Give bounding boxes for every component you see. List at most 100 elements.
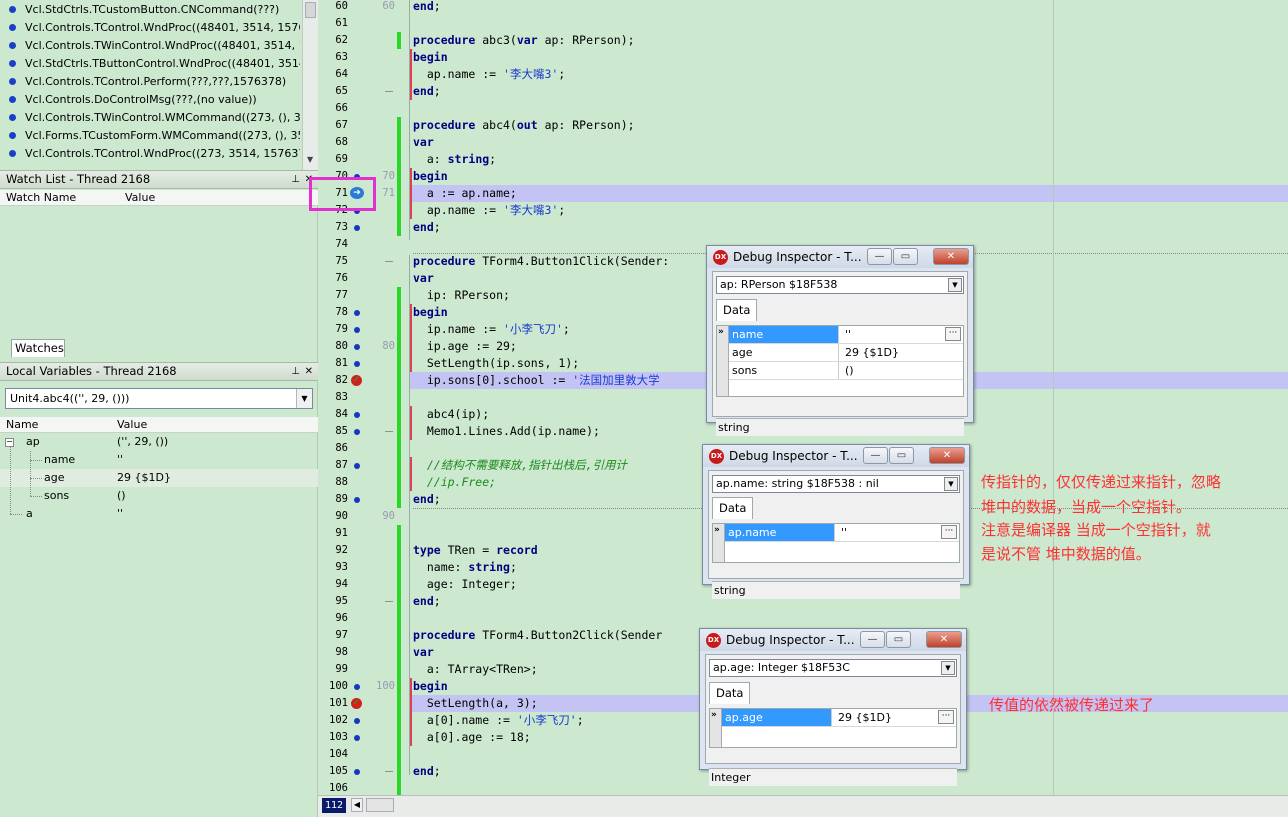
local-var-row[interactable]: name '': [0, 451, 318, 469]
code-line[interactable]: var: [413, 134, 434, 151]
inspector-expression-select[interactable]: ap.name: string $18F538 : nil ▼: [712, 475, 960, 493]
value-header[interactable]: Value: [117, 417, 147, 432]
breakpoint-dot-icon[interactable]: [354, 497, 360, 503]
inspector-row[interactable]: age 29 {$1D}: [729, 344, 963, 362]
local-var-row[interactable]: ap ('', 29, ()): [0, 433, 318, 451]
inspector-row[interactable]: ap.age 29 {$1D} ···: [722, 709, 956, 727]
code-line[interactable]: var: [413, 644, 434, 661]
code-line[interactable]: //ip.Free;: [413, 474, 496, 491]
breakpoint-dot-icon[interactable]: [354, 344, 360, 350]
maximize-button[interactable]: ▭: [886, 631, 911, 648]
call-stack-row[interactable]: Vcl.StdCtrls.TButtonControl.WndProc((484…: [0, 55, 300, 73]
minimize-button[interactable]: —: [863, 447, 888, 464]
local-var-row[interactable]: age 29 {$1D}: [0, 469, 318, 487]
ellipsis-button[interactable]: ···: [941, 525, 957, 539]
code-line[interactable]: SetLength(ip.sons, 1);: [413, 355, 579, 372]
name-header[interactable]: Name: [6, 417, 38, 432]
breakpoint-check-icon[interactable]: ✓: [351, 698, 362, 709]
code-line[interactable]: ip: RPerson;: [413, 287, 510, 304]
tab-data[interactable]: Data: [712, 497, 754, 519]
frame-select[interactable]: Unit4.abc4(('', 29, ())) ▼: [5, 388, 313, 409]
inspector-field-name[interactable]: age: [729, 344, 839, 361]
inspector-titlebar[interactable]: DX Debug Inspector - T... — ▭ ✕: [700, 629, 966, 651]
minimize-button[interactable]: —: [867, 248, 892, 265]
breakpoint-dot-icon[interactable]: [354, 718, 360, 724]
local-var-row[interactable]: sons (): [0, 487, 318, 505]
code-line[interactable]: procedure abc3(var ap: RPerson);: [413, 32, 635, 49]
chevron-down-icon[interactable]: ▼: [944, 477, 958, 491]
tab-data[interactable]: Data: [716, 299, 758, 321]
code-line[interactable]: ap.name := '李大嘴3';: [413, 66, 565, 83]
call-stack-scrollbar[interactable]: ▼: [302, 0, 318, 170]
watch-value-header[interactable]: Value: [125, 190, 155, 205]
code-line[interactable]: name: string;: [413, 559, 517, 576]
code-line[interactable]: type TRen = record: [413, 542, 538, 559]
code-line[interactable]: age: Integer;: [413, 576, 517, 593]
code-line[interactable]: ap.name := '李大嘴3';: [413, 202, 565, 219]
code-line[interactable]: Memo1.Lines.Add(ip.name);: [413, 423, 600, 440]
code-line[interactable]: abc4(ip);: [413, 406, 489, 423]
debug-inspector-window[interactable]: DX Debug Inspector - T... — ▭ ✕ ap.name: stri…: [702, 444, 970, 599]
breakpoint-dot-icon[interactable]: [354, 463, 360, 469]
call-stack-row[interactable]: Vcl.StdCtrls.TCustomButton.CNCommand(???…: [0, 1, 300, 19]
close-button[interactable]: ✕: [926, 631, 962, 648]
code-line[interactable]: end;: [413, 491, 441, 508]
call-stack-row[interactable]: Vcl.Controls.TWinControl.WndProc((48401,…: [0, 37, 300, 55]
code-line[interactable]: begin: [413, 304, 448, 321]
scroll-thumb[interactable]: [305, 2, 316, 18]
code-line[interactable]: a[0].name := '小李飞刀';: [413, 712, 584, 729]
close-icon[interactable]: ✕: [305, 363, 313, 380]
code-line[interactable]: ip.name := '小李飞刀';: [413, 321, 570, 338]
debug-inspector-window[interactable]: DX Debug Inspector - T... — ▭ ✕ ap.age: Integ…: [699, 628, 967, 786]
inspector-field-name[interactable]: ap.age: [722, 709, 832, 726]
breakpoint-dot-icon[interactable]: [354, 684, 360, 690]
close-button[interactable]: ✕: [929, 447, 965, 464]
code-line[interactable]: var: [413, 270, 434, 287]
code-line[interactable]: begin: [413, 49, 448, 66]
breakpoint-dot-icon[interactable]: [354, 327, 360, 333]
code-line[interactable]: SetLength(a, 3);: [413, 695, 538, 712]
debug-inspector-window[interactable]: DX Debug Inspector - T... — ▭ ✕ ap: RPerson $…: [706, 245, 974, 436]
breakpoint-dot-icon[interactable]: [354, 429, 360, 435]
code-line[interactable]: end;: [413, 0, 441, 15]
call-stack-row[interactable]: Vcl.Forms.TCustomForm.WMCommand((273, ()…: [0, 127, 300, 145]
maximize-button[interactable]: ▭: [893, 248, 918, 265]
code-line[interactable]: //结构不需要释放,指针出栈后,引用计: [413, 457, 627, 474]
inspector-field-name[interactable]: sons: [729, 362, 839, 379]
breakpoint-dot-icon[interactable]: [354, 361, 360, 367]
inspector-row[interactable]: ap.name '' ···: [725, 524, 959, 542]
code-line[interactable]: ip.age := 29;: [413, 338, 517, 355]
chevron-down-icon[interactable]: ▼: [296, 389, 312, 408]
local-var-row[interactable]: a '': [0, 505, 318, 523]
minimize-button[interactable]: —: [860, 631, 885, 648]
breakpoint-dot-icon[interactable]: [354, 412, 360, 418]
inspector-titlebar[interactable]: DX Debug Inspector - T... — ▭ ✕: [707, 246, 973, 268]
tab-data[interactable]: Data: [709, 682, 751, 704]
editor-horizontal-scrollbar[interactable]: 112 ◀: [318, 795, 1288, 817]
scroll-left-arrow-icon[interactable]: ◀: [351, 798, 363, 812]
inspector-field-name[interactable]: name: [729, 326, 839, 343]
expand-toggle-icon[interactable]: −: [5, 438, 14, 447]
code-line[interactable]: begin: [413, 678, 448, 695]
tab-watches[interactable]: Watches: [11, 339, 65, 357]
code-line[interactable]: a[0].age := 18;: [413, 729, 531, 746]
breakpoint-check-icon[interactable]: ✓: [351, 375, 362, 386]
code-line[interactable]: end;: [413, 593, 441, 610]
call-stack-row[interactable]: Vcl.Controls.TWinControl.WMCommand((273,…: [0, 109, 300, 127]
inspector-expression-select[interactable]: ap: RPerson $18F538 ▼: [716, 276, 964, 294]
code-line[interactable]: end;: [413, 219, 441, 236]
call-stack-row[interactable]: Vcl.Controls.TControl.WndProc((48401, 35…: [0, 19, 300, 37]
ellipsis-button[interactable]: ···: [938, 710, 954, 724]
close-button[interactable]: ✕: [933, 248, 969, 265]
call-stack-row[interactable]: Vcl.Controls.TControl.Perform(???,???,15…: [0, 73, 300, 91]
code-line[interactable]: procedure abc4(out ap: RPerson);: [413, 117, 635, 134]
maximize-button[interactable]: ▭: [889, 447, 914, 464]
pin-icon[interactable]: ⊥: [291, 171, 300, 188]
code-line[interactable]: a := ap.name;: [413, 185, 517, 202]
scroll-thumb[interactable]: [366, 798, 394, 812]
code-line[interactable]: ip.sons[0].school := '法国加里敦大学: [413, 372, 660, 389]
inspector-field-name[interactable]: ap.name: [725, 524, 835, 541]
code-line[interactable]: a: TArray<TRen>;: [413, 661, 538, 678]
scroll-down-arrow-icon[interactable]: ▼: [307, 155, 313, 164]
pin-icon[interactable]: ⊥: [291, 363, 300, 380]
